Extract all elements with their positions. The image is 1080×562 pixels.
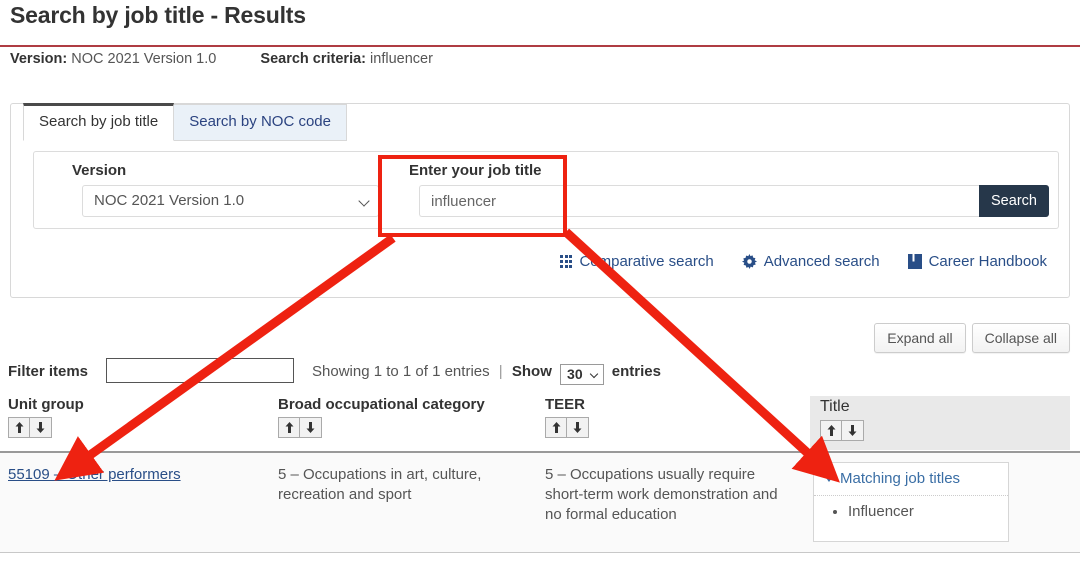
- version-value: NOC 2021 Version 1.0: [71, 51, 217, 67]
- sort-ascending-button[interactable]: [278, 417, 300, 438]
- search-criteria-label: Search criteria:: [260, 51, 366, 67]
- search-panel: Search by job title Search by NOC code V…: [10, 103, 1070, 298]
- sort-controls-unit-group: [8, 417, 52, 438]
- column-label: Broad occupational category: [278, 396, 485, 413]
- job-title-field-label: Enter your job title: [409, 162, 542, 179]
- separator: |: [498, 363, 503, 380]
- caret-down-icon: [824, 475, 834, 482]
- sort-descending-button[interactable]: [30, 417, 52, 438]
- advanced-search-label: Advanced search: [763, 253, 880, 270]
- comparative-search-link[interactable]: Comparative search: [560, 253, 714, 270]
- gear-icon: [741, 254, 757, 269]
- expand-collapse-controls: Expand all Collapse all: [874, 323, 1070, 353]
- version-field-label: Version: [72, 162, 127, 179]
- search-button[interactable]: Search: [979, 185, 1049, 217]
- sort-controls-title: [820, 420, 864, 441]
- comparative-search-label: Comparative search: [579, 253, 714, 270]
- sort-descending-button[interactable]: [842, 420, 864, 441]
- entries-per-page-select[interactable]: 30: [560, 364, 604, 385]
- tab-search-by-noc-code[interactable]: Search by NOC code: [173, 104, 347, 141]
- showing-entries-text: Showing 1 to 1 of 1 entries | Show 30 en…: [312, 363, 661, 385]
- grid-icon: [560, 255, 573, 268]
- showing-count: Showing 1 to 1 of 1 entries: [312, 363, 490, 380]
- version-label: Version:: [10, 51, 68, 67]
- sort-ascending-button[interactable]: [820, 420, 842, 441]
- column-label: Title: [820, 398, 850, 415]
- career-handbook-link[interactable]: Career Handbook: [907, 253, 1047, 270]
- sort-descending-button[interactable]: [300, 417, 322, 438]
- column-header-unit-group: Unit group: [8, 396, 84, 438]
- career-handbook-label: Career Handbook: [928, 253, 1047, 270]
- version-select-value: NOC 2021 Version 1.0: [94, 192, 245, 209]
- chevron-down-icon: [358, 195, 370, 207]
- unit-group-link[interactable]: 55109 – Other performers: [8, 465, 181, 485]
- tab-list: Search by job title Search by NOC code: [23, 103, 347, 141]
- broad-category-value: 5 – Occupations in art, culture, recreat…: [278, 466, 482, 503]
- expand-all-button[interactable]: Expand all: [874, 323, 966, 353]
- book-icon: [907, 254, 922, 269]
- search-criteria-value: influencer: [370, 51, 433, 67]
- sort-ascending-button[interactable]: [545, 417, 567, 438]
- column-header-teer: TEER: [545, 396, 589, 438]
- sort-ascending-button[interactable]: [8, 417, 30, 438]
- column-header-title: Title: [810, 396, 1070, 450]
- matching-job-titles-toggle[interactable]: Matching job titles: [814, 463, 1008, 496]
- list-item: Influencer: [848, 503, 1008, 521]
- teer-value: 5 – Occupations usually require short-te…: [545, 466, 778, 523]
- filter-items-label: Filter items: [8, 363, 89, 380]
- sort-controls-broad-category: [278, 417, 322, 438]
- matching-job-titles-label: Matching job titles: [840, 470, 961, 487]
- entries-per-page-value: 30: [567, 366, 583, 382]
- search-form: Version NOC 2021 Version 1.0 Enter your …: [33, 151, 1059, 229]
- job-title-input[interactable]: [419, 185, 979, 217]
- filter-items-input[interactable]: [106, 358, 294, 383]
- column-label: Unit group: [8, 396, 84, 413]
- matching-job-titles-list: Influencer: [814, 496, 1008, 521]
- column-label: TEER: [545, 396, 586, 413]
- quick-links: Comparative search Advanced search Caree…: [560, 253, 1047, 270]
- collapse-all-button[interactable]: Collapse all: [971, 323, 1070, 353]
- version-select[interactable]: NOC 2021 Version 1.0: [82, 185, 379, 217]
- column-header-broad-occupational-category: Broad occupational category: [278, 396, 485, 438]
- page-title: Search by job title - Results: [10, 2, 306, 28]
- matching-job-titles-card: Matching job titles Influencer: [813, 462, 1009, 542]
- table-row-divider: [0, 552, 1080, 553]
- chevron-down-icon: [589, 369, 598, 379]
- sort-controls-teer: [545, 417, 589, 438]
- title-divider: [0, 45, 1080, 47]
- search-results-page: Search by job title - Results Version: N…: [0, 0, 1080, 562]
- advanced-search-link[interactable]: Advanced search: [741, 253, 880, 270]
- tab-search-by-job-title[interactable]: Search by job title: [23, 103, 175, 141]
- sort-descending-button[interactable]: [567, 417, 589, 438]
- search-metadata: Version: NOC 2021 Version 1.0 Search cri…: [10, 51, 433, 67]
- show-label: Show: [511, 363, 552, 380]
- entries-label: entries: [611, 363, 661, 380]
